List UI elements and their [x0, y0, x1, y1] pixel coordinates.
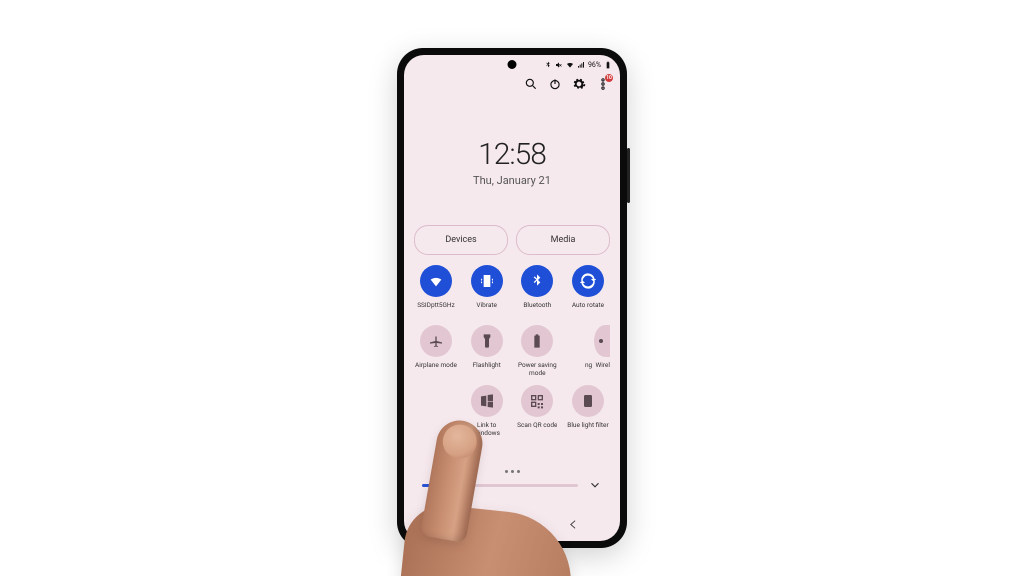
tile-label: Vibrate	[476, 301, 497, 317]
bluelight-icon	[572, 385, 604, 417]
tile-bluetooth[interactable]: Bluetooth	[515, 265, 559, 317]
power-icon[interactable]	[548, 77, 562, 91]
pager-dots	[404, 470, 620, 473]
tile-label: ng Wirel	[585, 361, 610, 377]
tile-label: Auto rotate	[572, 301, 604, 317]
brightness-slider[interactable]	[422, 484, 578, 487]
tile-power-saving[interactable]: Power saving mode	[515, 325, 559, 377]
tile-label: Link to Windows	[465, 421, 509, 437]
clock-date: Thu, January 21	[404, 174, 620, 187]
vibrate-icon	[471, 265, 503, 297]
tile-vibrate[interactable]: Vibrate	[465, 265, 509, 317]
tile-label: Flashlight	[473, 361, 501, 377]
back-button[interactable]	[567, 518, 580, 531]
tile-label: Scan QR code	[517, 421, 557, 437]
settings-gear-icon[interactable]	[572, 77, 586, 91]
airplane-icon	[420, 325, 452, 357]
devices-pill[interactable]: Devices	[414, 225, 508, 255]
tile-label: SSIDptt5GHz	[417, 301, 455, 317]
quick-settings-grid: SSIDptt5GHz Vibrate Bluetooth Auto rotat…	[414, 265, 610, 445]
status-bar: 96%	[544, 58, 612, 72]
tile-label: Airplane mode	[415, 361, 457, 377]
wifi-icon	[420, 265, 452, 297]
pager-dot-icon	[505, 470, 508, 473]
phone-screen: 96% 10 12:58 Thu, January 21 Device	[404, 55, 620, 541]
clock-block: 12:58 Thu, January 21	[404, 137, 620, 187]
tile-wifi[interactable]: SSIDptt5GHz	[414, 265, 458, 317]
wifi-status-icon	[566, 61, 574, 69]
tile-link-windows[interactable]: Link to Windows	[465, 385, 509, 437]
search-icon[interactable]	[524, 77, 538, 91]
slider-knob[interactable]	[460, 479, 472, 491]
signal-icon	[577, 61, 585, 69]
home-button[interactable]	[506, 518, 519, 531]
notification-badge: 10	[605, 74, 613, 82]
share-icon	[594, 325, 610, 357]
battery-text: 96%	[588, 61, 601, 69]
pager-dot-icon	[511, 470, 514, 473]
mute-icon	[555, 61, 563, 69]
pager-dot-icon	[517, 470, 520, 473]
smart-view-row: Devices Media	[414, 225, 610, 255]
chevron-down-icon[interactable]	[588, 478, 602, 492]
tile-label: Power saving mode	[515, 361, 559, 377]
bluetooth-icon	[544, 61, 552, 69]
panel-actions: 10	[524, 77, 610, 91]
tile-airplane[interactable]: Airplane mode	[414, 325, 458, 377]
rotate-icon	[572, 265, 604, 297]
tile-autorotate[interactable]: Auto rotate	[566, 265, 610, 317]
tile-label: Bluetooth	[523, 301, 551, 317]
tile-label: Blue light filter	[567, 421, 608, 437]
clock-time: 12:58	[404, 137, 620, 172]
front-camera	[508, 60, 517, 69]
phone-frame: 96% 10 12:58 Thu, January 21 Device	[397, 48, 627, 548]
tile-wireless-partial[interactable]: ng Wirel	[566, 325, 610, 377]
windows-icon	[471, 385, 503, 417]
battery-save-icon	[521, 325, 553, 357]
qr-icon	[521, 385, 553, 417]
notifications-icon[interactable]: 10	[596, 77, 610, 91]
tile-blue-light[interactable]: Blue light filter	[566, 385, 610, 437]
flashlight-icon	[471, 325, 503, 357]
tile-scan-qr[interactable]: Scan QR code	[515, 385, 559, 437]
brightness-row	[422, 475, 602, 495]
bluetooth-tile-icon	[521, 265, 553, 297]
recents-button[interactable]	[445, 518, 458, 531]
tile-flashlight[interactable]: Flashlight	[465, 325, 509, 377]
android-navbar	[404, 513, 620, 535]
battery-icon	[604, 61, 612, 69]
media-pill[interactable]: Media	[516, 225, 610, 255]
